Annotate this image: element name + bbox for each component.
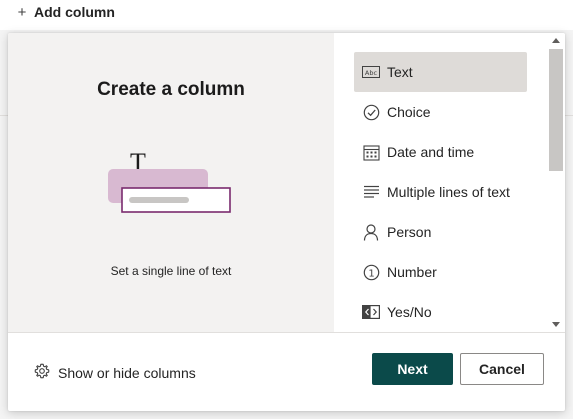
column-type-label: Choice	[387, 104, 431, 120]
column-type-choice[interactable]: Choice	[354, 92, 527, 132]
column-type-label: Person	[387, 224, 432, 240]
type-list-scrollbar[interactable]	[548, 33, 565, 332]
scrollbar-thumb[interactable]	[549, 49, 563, 171]
plus-icon: +	[17, 3, 27, 21]
number-icon-glyph: 1	[368, 268, 374, 279]
text-icon-glyph: Abc	[365, 69, 378, 77]
choice-icon	[362, 103, 380, 121]
column-preview-panel: Create a column T Set a single line of t…	[8, 33, 334, 332]
scroll-down-arrow-icon[interactable]	[552, 322, 560, 327]
preview-description: Set a single line of text	[110, 264, 232, 278]
calendar-icon	[362, 143, 380, 161]
scroll-up-arrow-icon[interactable]	[552, 38, 560, 43]
column-type-person[interactable]: Person	[354, 212, 527, 252]
gear-icon	[34, 363, 50, 382]
add-column-label: Add column	[34, 4, 115, 20]
command-bar: + Add column	[0, 0, 573, 30]
show-or-hide-columns-button[interactable]: Show or hide columns	[34, 363, 196, 382]
background-divider	[565, 115, 573, 116]
column-type-label: Number	[387, 264, 437, 280]
number-icon: 1	[362, 263, 380, 281]
show-or-hide-columns-label: Show or hide columns	[58, 364, 196, 381]
yes-no-icon	[362, 303, 380, 321]
background-divider	[0, 115, 8, 116]
text-field-illustration: T	[108, 149, 231, 213]
column-type-text[interactable]: Abc Text	[354, 52, 527, 92]
create-column-dialog: Create a column T Set a single line of t…	[8, 33, 565, 411]
column-type-label: Date and time	[387, 144, 475, 160]
illustration-text-line	[129, 197, 189, 203]
add-column-button[interactable]: + Add column	[16, 3, 115, 21]
multiline-icon	[362, 183, 380, 201]
column-type-number[interactable]: 1 Number	[354, 252, 527, 292]
footer-divider	[8, 332, 565, 333]
column-type-label: Yes/No	[387, 304, 432, 320]
next-button[interactable]: Next	[372, 353, 453, 385]
column-type-list: Abc Text Choice Date and time Multiple l…	[354, 52, 527, 332]
person-icon	[362, 223, 380, 241]
column-type-yes-no[interactable]: Yes/No	[354, 292, 527, 332]
text-icon: Abc	[362, 63, 380, 81]
column-type-date-and-time[interactable]: Date and time	[354, 132, 527, 172]
column-type-label: Multiple lines of text	[387, 184, 510, 200]
cancel-button[interactable]: Cancel	[460, 353, 544, 385]
column-type-multiple-lines-of-text[interactable]: Multiple lines of text	[354, 172, 527, 212]
column-type-label: Text	[387, 64, 413, 80]
dialog-title: Create a column	[97, 79, 245, 100]
